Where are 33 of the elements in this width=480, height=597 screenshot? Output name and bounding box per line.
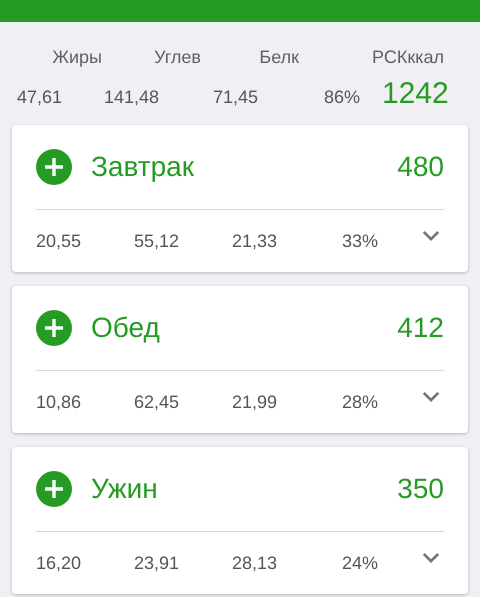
meal-value: 23,91: [134, 552, 180, 574]
add-icon[interactable]: [36, 149, 72, 185]
meal-value: 24%: [342, 552, 380, 574]
total-value: 86%: [324, 87, 362, 108]
add-icon[interactable]: [36, 471, 72, 507]
meal-value: 16,20: [36, 552, 82, 574]
chevron-icon[interactable]: [422, 230, 440, 240]
meal-calories: 480: [397, 151, 444, 183]
meal-value: 55,12: [134, 230, 180, 252]
meal-value: 28%: [342, 392, 380, 412]
total-value: 71,45: [213, 87, 260, 108]
total-value: 47,61: [17, 87, 64, 108]
meal-calories: 350: [397, 473, 444, 505]
meal-calories: 412: [397, 312, 444, 344]
total-value: 141,48: [104, 87, 160, 108]
meal-value: 20,55: [36, 230, 82, 252]
meal-value: 28,13: [232, 552, 278, 574]
meal-value: 10,86: [36, 392, 82, 412]
meal-title: Ужин: [91, 473, 159, 505]
meal-title: Обед: [91, 312, 161, 344]
total-calories: 1242: [382, 77, 449, 111]
chevron-icon[interactable]: [422, 390, 440, 402]
column-label: Углев: [153, 47, 201, 69]
meal-value: 33%: [342, 230, 380, 252]
column-label: Белк: [258, 47, 299, 69]
meal-title: Завтрак: [91, 151, 195, 183]
meal-value: 21,33: [232, 230, 278, 252]
column-label: РСКккал: [371, 47, 444, 69]
meal-value: 62,45: [134, 392, 180, 412]
column-label: Жиры: [51, 47, 102, 69]
meal-value: 21,99: [232, 392, 278, 412]
chevron-icon[interactable]: [422, 552, 440, 562]
add-icon[interactable]: [36, 310, 72, 346]
